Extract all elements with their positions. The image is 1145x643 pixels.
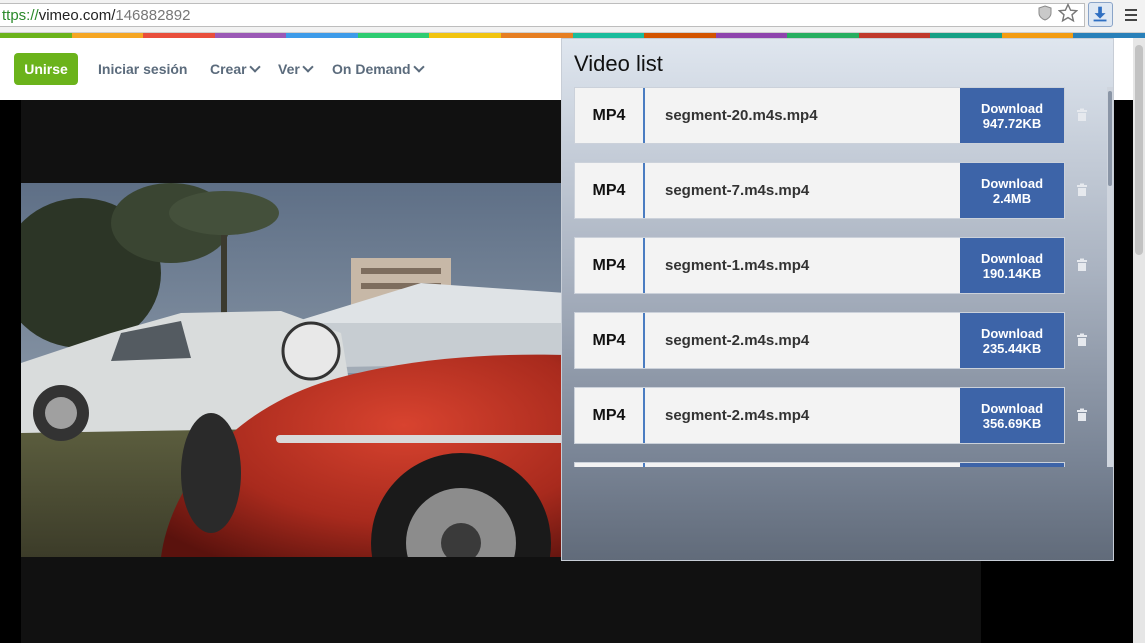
address-bar[interactable]: ttps://vimeo.com/146882892 [0,3,1085,27]
list-item: MP4 segment-20.m4s.mp4 Download 947.72KB [574,87,1065,144]
chevron-down-icon [412,61,425,73]
chevron-down-icon [248,61,261,73]
ondemand-menu[interactable]: On Demand [332,61,425,77]
format-label [575,463,645,467]
file-name: segment-1.m4s.mp4 [665,257,810,274]
format-label: MP4 [575,313,645,368]
list-item: MP4 segment-2.m4s.mp4 Download 235.44KB [574,312,1065,369]
list-item: MP4 segment-1.m4s.mp4 Download 190.14KB [574,237,1065,294]
download-button[interactable] [960,463,1064,467]
video-thumbnail-image [21,183,566,557]
page-scrollbar-thumb[interactable] [1135,45,1143,255]
shield-icon[interactable] [1037,5,1053,21]
bookmark-star-icon[interactable] [1058,3,1078,23]
download-button[interactable]: Download 235.44KB [960,313,1064,368]
watch-menu[interactable]: Ver [278,61,314,77]
trash-icon[interactable] [1075,108,1089,122]
chevron-down-icon [302,61,314,73]
file-name: segment-20.m4s.mp4 [665,107,818,124]
download-arrow-icon [1093,6,1107,22]
file-name: segment-7.m4s.mp4 [665,182,810,199]
create-menu[interactable]: Crear [210,61,261,77]
download-extension-button[interactable] [1088,2,1113,27]
login-link[interactable]: Iniciar sesión [98,61,187,77]
download-button[interactable]: Download 947.72KB [960,88,1064,143]
format-label: MP4 [575,163,645,218]
format-label: MP4 [575,238,645,293]
list-item: MP4 segment-7.m4s.mp4 Download 2.4MB [574,162,1065,219]
file-name: segment-2.m4s.mp4 [665,332,810,349]
popup-title: Video list [574,51,663,76]
trash-icon[interactable] [1075,183,1089,197]
format-label: MP4 [575,388,645,443]
join-button[interactable]: Unirse [14,53,78,85]
trash-icon[interactable] [1075,258,1089,272]
hamburger-menu-icon[interactable] [1124,8,1138,22]
video-list: MP4 segment-20.m4s.mp4 Download 947.72KB … [562,87,1113,467]
list-item: MP4 segment-2.m4s.mp4 Download 356.69KB [574,387,1065,444]
list-item-partial [574,462,1065,467]
url-text: ttps://vimeo.com/146882892 [2,7,191,24]
trash-icon[interactable] [1075,333,1089,347]
video-frame[interactable] [21,183,566,557]
download-button[interactable]: Download 190.14KB [960,238,1064,293]
popup-scrollbar-thumb[interactable] [1108,91,1112,186]
browser-toolbar: ttps://vimeo.com/146882892 [0,0,1145,33]
download-button[interactable]: Download 2.4MB [960,163,1064,218]
file-name: segment-2.m4s.mp4 [665,407,810,424]
video-list-popup: Video list MP4 segment-20.m4s.mp4 Downlo… [561,38,1114,561]
trash-icon[interactable] [1075,408,1089,422]
format-label: MP4 [575,88,645,143]
download-button[interactable]: Download 356.69KB [960,388,1064,443]
